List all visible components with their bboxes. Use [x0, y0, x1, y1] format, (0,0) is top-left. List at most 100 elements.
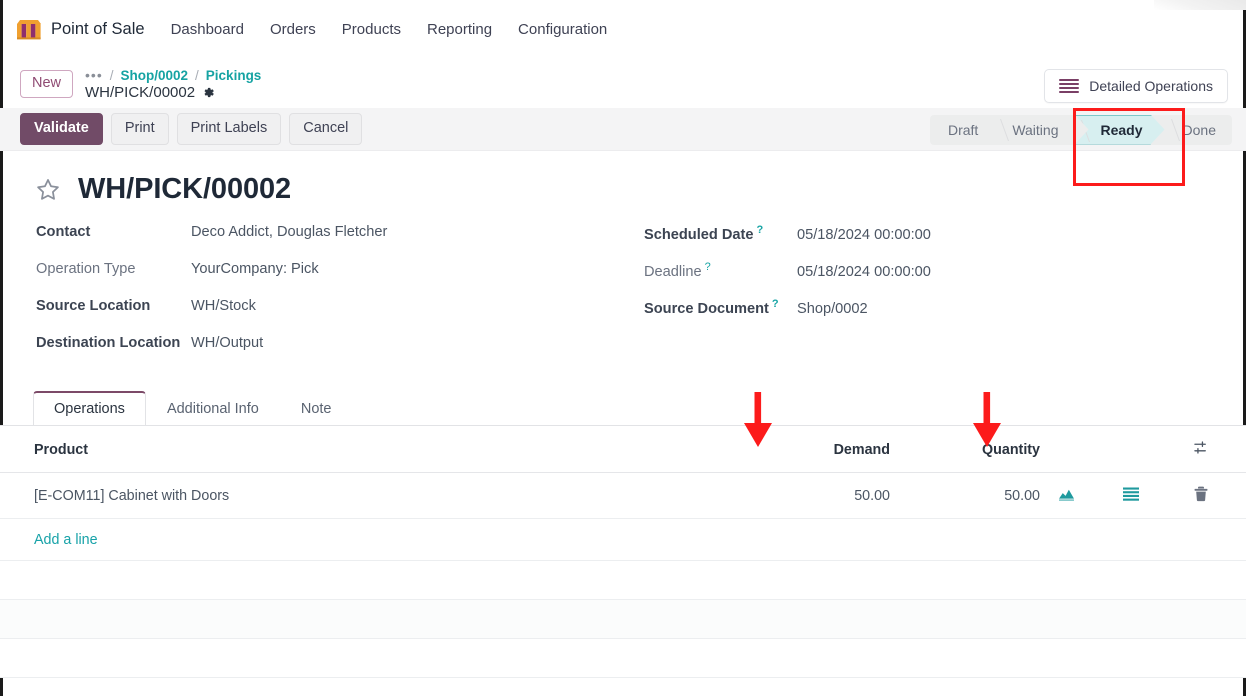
column-header-spacer-1 [1040, 426, 1092, 473]
empty-row [0, 599, 1246, 639]
cell-details[interactable] [1092, 472, 1170, 519]
nav-item-reporting[interactable]: Reporting [427, 21, 492, 38]
column-header-quantity[interactable]: Quantity [890, 426, 1040, 473]
gear-icon[interactable] [202, 86, 215, 99]
field-source-location: Source Location WH/Stock [36, 298, 644, 335]
field-deadline-value[interactable]: 05/18/2024 00:00:00 [797, 264, 931, 280]
trash-icon[interactable] [1194, 486, 1208, 506]
field-destination-location: Destination Location WH/Output [36, 335, 644, 372]
add-a-line-link[interactable]: Add a line [0, 518, 700, 561]
breadcrumb-link-pickings[interactable]: Pickings [206, 68, 262, 83]
field-source-location-label: Source Location [36, 298, 151, 314]
print-labels-button[interactable]: Print Labels [176, 113, 282, 145]
column-header-demand[interactable]: Demand [700, 426, 890, 473]
field-operation-type-value[interactable]: YourCompany: Pick [191, 261, 319, 277]
help-icon-source-document[interactable]: ? [772, 298, 779, 310]
app-brand[interactable]: Point of Sale [16, 19, 145, 40]
detailed-operations-list-icon[interactable] [1123, 487, 1139, 506]
add-line-spacer-1 [1040, 518, 1092, 561]
column-options-header[interactable] [1170, 426, 1246, 473]
action-toolbar: Validate Print Print Labels Cancel Draft… [0, 108, 1246, 151]
field-scheduled-date: Scheduled Date? 05/18/2024 00:00:00 [644, 224, 931, 261]
table-body: [E-COM11] Cabinet with Doors 50.00 50.00 [0, 472, 1246, 678]
field-source-document-value[interactable]: Shop/0002 [797, 301, 868, 317]
status-done[interactable]: Done [1165, 115, 1232, 145]
column-header-spacer-2 [1092, 426, 1170, 473]
table-row[interactable]: [E-COM11] Cabinet with Doors 50.00 50.00 [0, 472, 1246, 519]
record-sheet: WH/PICK/00002 Contact Deco Addict, Dougl… [0, 151, 1246, 678]
field-contact-value[interactable]: Deco Addict, Douglas Fletcher [191, 224, 387, 240]
field-scheduled-date-label: Scheduled Date? [644, 224, 797, 243]
empty-row [0, 638, 1246, 678]
breadcrumb-separator-2: / [195, 67, 199, 83]
operations-table-wrapper: Product Demand Quantity [E-COM11] Cabine… [0, 426, 1246, 678]
field-scheduled-date-value[interactable]: 05/18/2024 00:00:00 [797, 227, 931, 243]
add-line-spacer-3 [1170, 518, 1246, 561]
top-right-artifact [1154, 0, 1246, 10]
nav-item-products[interactable]: Products [342, 21, 401, 38]
add-a-line-label[interactable]: Add a line [34, 532, 98, 548]
cell-forecast[interactable] [1040, 472, 1092, 519]
cancel-button[interactable]: Cancel [289, 113, 363, 145]
notebook-tabs: Operations Additional Info Note [0, 388, 1246, 425]
breadcrumb-row: New ••• / Shop/0002 / Pickings WH/PICK/0… [0, 58, 1246, 108]
cell-demand[interactable]: 50.00 [700, 472, 890, 519]
breadcrumb-ellipsis[interactable]: ••• [85, 67, 103, 83]
help-icon-scheduled-date[interactable]: ? [756, 224, 763, 236]
status-draft[interactable]: Draft [930, 115, 994, 145]
cell-delete[interactable] [1170, 472, 1246, 519]
list-lines-icon [1059, 79, 1080, 93]
record-title-row: WH/PICK/00002 [0, 167, 1246, 210]
add-line-spacer-quantity [890, 518, 1040, 561]
new-record-button[interactable]: New [20, 70, 74, 98]
field-deadline-label-text: Deadline [644, 263, 702, 280]
operations-table: Product Demand Quantity [E-COM11] Cabine… [0, 426, 1246, 678]
field-deadline: Deadline? 05/18/2024 00:00:00 [644, 261, 931, 298]
top-navbar: Point of Sale Dashboard Orders Products … [0, 0, 1246, 58]
validate-button[interactable]: Validate [20, 113, 103, 145]
tab-additional-info[interactable]: Additional Info [146, 391, 280, 425]
column-header-product[interactable]: Product [0, 426, 700, 473]
breadcrumb-current: WH/PICK/00002 [85, 84, 261, 101]
detailed-operations-label: Detailed Operations [1089, 78, 1213, 94]
status-waiting[interactable]: Waiting [994, 115, 1074, 145]
status-ready[interactable]: Ready [1075, 115, 1165, 145]
print-button[interactable]: Print [110, 113, 169, 145]
field-destination-location-value[interactable]: WH/Output [191, 335, 263, 351]
nav-item-configuration[interactable]: Configuration [518, 21, 607, 38]
field-destination-location-label: Destination Location [36, 335, 181, 351]
field-source-document: Source Document? Shop/0002 [644, 298, 931, 335]
empty-row-cell [0, 599, 1246, 639]
table-header: Product Demand Quantity [0, 426, 1246, 473]
fields-left-column: Contact Deco Addict, Douglas Fletcher Op… [36, 224, 644, 372]
add-line-row[interactable]: Add a line [0, 518, 1246, 561]
field-operation-type-label: Operation Type [36, 261, 136, 277]
empty-row-cell [0, 560, 1246, 600]
status-bar: Draft Waiting Ready Done [929, 108, 1232, 151]
empty-row [0, 560, 1246, 600]
help-icon-deadline[interactable]: ? [705, 261, 711, 273]
breadcrumb-path: ••• / Shop/0002 / Pickings [85, 67, 261, 83]
add-line-spacer-2 [1092, 518, 1170, 561]
tab-note[interactable]: Note [280, 391, 353, 425]
cell-product[interactable]: [E-COM11] Cabinet with Doors [0, 472, 700, 519]
empty-row-cell [0, 638, 1246, 678]
field-contact: Contact Deco Addict, Douglas Fletcher [36, 224, 644, 261]
tab-operations[interactable]: Operations [33, 391, 146, 425]
field-operation-type: Operation Type YourCompany: Pick [36, 261, 644, 298]
nav-item-dashboard[interactable]: Dashboard [171, 21, 244, 38]
field-source-location-value[interactable]: WH/Stock [191, 298, 256, 314]
column-settings-icon[interactable] [1193, 440, 1210, 459]
record-fields: Contact Deco Addict, Douglas Fletcher Op… [0, 210, 1246, 372]
breadcrumb-separator-1: / [109, 67, 114, 83]
star-outline-icon[interactable] [34, 176, 62, 204]
forecast-report-icon[interactable] [1058, 487, 1075, 505]
field-source-document-label: Source Document? [644, 298, 797, 317]
nav-item-orders[interactable]: Orders [270, 21, 316, 38]
fields-right-column: Scheduled Date? 05/18/2024 00:00:00 Dead… [644, 224, 931, 372]
field-source-document-label-text: Source Document [644, 300, 769, 317]
detailed-operations-button[interactable]: Detailed Operations [1044, 69, 1228, 103]
field-scheduled-date-label-text: Scheduled Date [644, 226, 754, 243]
cell-quantity[interactable]: 50.00 [890, 472, 1040, 519]
breadcrumb-link-shop[interactable]: Shop/0002 [121, 68, 189, 83]
